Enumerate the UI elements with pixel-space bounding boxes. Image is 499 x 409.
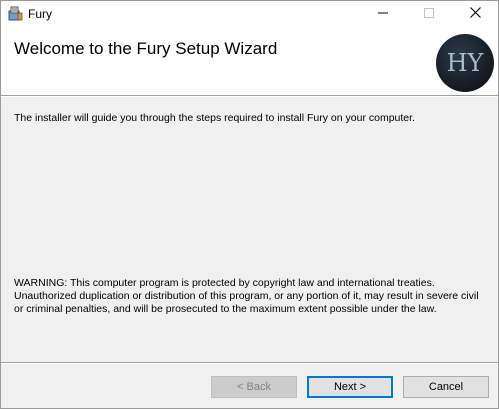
header-divider [1,95,498,97]
title-bar[interactable]: Fury [1,1,498,27]
maximize-icon [424,5,434,23]
setup-window: Fury Welcome to the Fury Setup Wizard HY… [0,0,499,409]
page-title: Welcome to the Fury Setup Wizard [14,39,278,58]
footer-divider [1,362,498,364]
warning-line: WARNING: This computer program is protec… [14,277,435,289]
close-icon [469,5,481,23]
next-button[interactable]: Next > [307,376,393,398]
minimize-button[interactable] [360,1,406,27]
warning-line: or criminal penalties, and will be prose… [14,303,437,315]
warning-line: Unauthorized duplication or distribution… [14,290,479,302]
close-button[interactable] [452,1,498,27]
copyright-warning: WARNING: This computer program is protec… [14,277,492,316]
installer-box-icon [7,6,23,22]
intro-text: The installer will guide you through the… [14,112,415,124]
wizard-header: Welcome to the Fury Setup Wizard HY [1,27,498,95]
cancel-button[interactable]: Cancel [403,376,489,398]
window-title: Fury [28,7,52,21]
minimize-icon [378,5,388,23]
product-logo: HY [436,34,494,92]
logo-text: HY [447,49,485,77]
maximize-button[interactable] [406,1,452,27]
back-button[interactable]: < Back [211,376,297,398]
